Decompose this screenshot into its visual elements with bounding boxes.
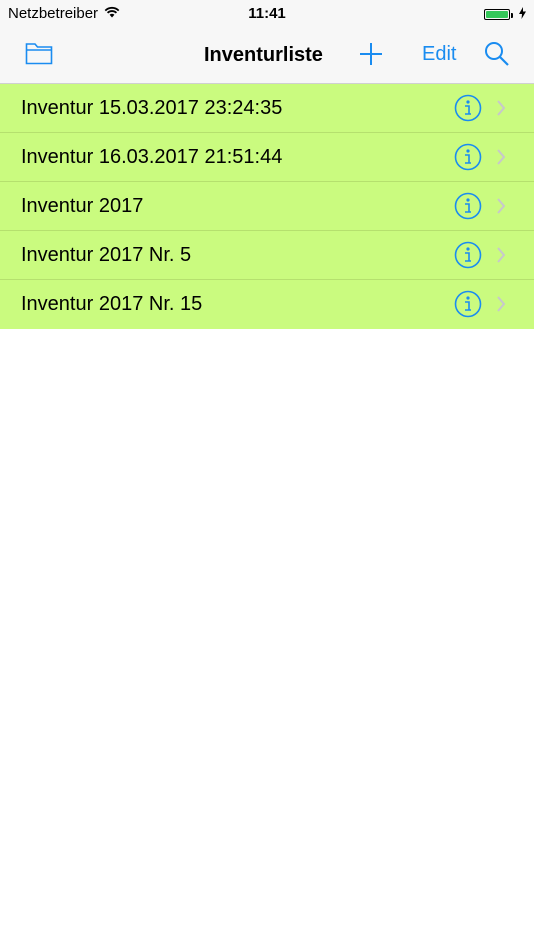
battery-icon (484, 9, 513, 20)
clock: 11:41 (248, 5, 286, 22)
info-icon[interactable] (454, 192, 482, 225)
chevron-right-icon (496, 247, 506, 268)
list-item-label: Inventur 2017 Nr. 5 (21, 244, 192, 266)
chevron-right-icon (496, 149, 506, 170)
list-item-label: Inventur 15.03.2017 23:24:35 (21, 97, 283, 119)
inventory-list: Inventur 15.03.2017 23:24:35 Inventur 16… (0, 84, 534, 329)
edit-button[interactable]: Edit (422, 43, 456, 66)
chevron-right-icon (496, 100, 506, 121)
list-item[interactable]: Inventur 2017 Nr. 5 (0, 231, 534, 280)
page-title: Inventurliste (204, 44, 323, 66)
charging-icon (519, 6, 526, 23)
chevron-right-icon (496, 198, 506, 219)
navigation-bar: Inventurliste Edit (0, 28, 534, 84)
info-icon[interactable] (454, 94, 482, 127)
info-icon[interactable] (454, 241, 482, 274)
info-icon[interactable] (454, 143, 482, 176)
battery-area (484, 6, 526, 23)
search-icon[interactable] (484, 41, 510, 72)
list-item-label: Inventur 2017 (21, 195, 144, 217)
chevron-right-icon (496, 296, 506, 317)
list-item-label: Inventur 2017 Nr. 15 (21, 293, 203, 315)
plus-icon[interactable] (357, 40, 385, 73)
list-item-label: Inventur 16.03.2017 21:51:44 (21, 146, 283, 168)
list-item[interactable]: Inventur 2017 (0, 182, 534, 231)
status-bar: Netzbetreiber 11:41 (0, 0, 534, 28)
folder-icon[interactable] (25, 41, 53, 70)
list-item[interactable]: Inventur 16.03.2017 21:51:44 (0, 133, 534, 182)
info-icon[interactable] (454, 290, 482, 323)
list-item[interactable]: Inventur 15.03.2017 23:24:35 (0, 84, 534, 133)
list-item[interactable]: Inventur 2017 Nr. 15 (0, 280, 534, 329)
